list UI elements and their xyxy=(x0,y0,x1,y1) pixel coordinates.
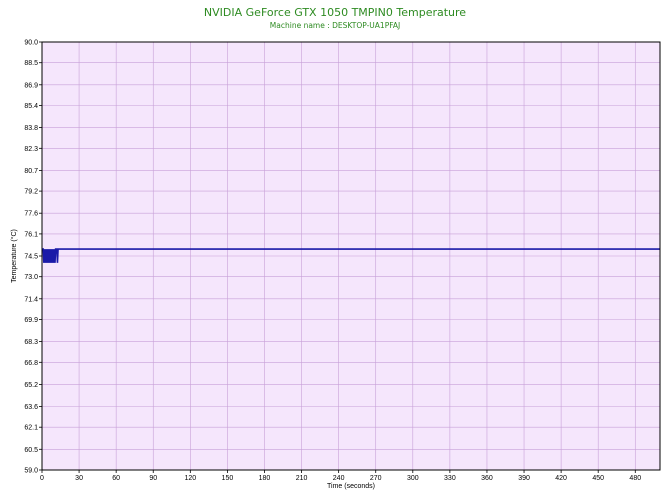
chart-subtitle: Machine name : DESKTOP-UA1PFAJ xyxy=(270,21,400,30)
x-tick-label: 390 xyxy=(518,475,530,482)
y-tick-label: 68.3 xyxy=(24,339,38,346)
y-axis-label: Temperature (°C) xyxy=(10,229,18,283)
y-tick-label: 83.8 xyxy=(24,125,38,132)
x-tick-label: 300 xyxy=(407,475,419,482)
y-tick-label: 79.2 xyxy=(24,189,38,196)
y-tick-label: 73.0 xyxy=(24,274,38,281)
x-tick-label: 0 xyxy=(40,475,44,482)
y-tick-label: 74.5 xyxy=(24,254,38,261)
y-tick-label: 80.7 xyxy=(24,168,38,175)
x-axis-label: Time (seconds) xyxy=(327,483,375,490)
x-tick-label: 450 xyxy=(592,475,604,482)
y-tick-label: 71.4 xyxy=(24,296,38,303)
x-tick-label: 330 xyxy=(444,475,456,482)
y-tick-label: 59.0 xyxy=(24,468,38,475)
y-tick-label: 90.0 xyxy=(24,40,38,47)
x-tick-label: 60 xyxy=(112,475,120,482)
x-tick-label: 270 xyxy=(370,475,382,482)
y-tick-label: 88.5 xyxy=(24,60,38,67)
y-tick-label: 65.2 xyxy=(24,382,38,389)
x-tick-label: 210 xyxy=(296,475,308,482)
y-tick-label: 60.5 xyxy=(24,447,38,454)
chart-title: NVIDIA GeForce GTX 1050 TMPIN0 Temperatu… xyxy=(204,6,466,19)
y-tick-label: 77.6 xyxy=(24,211,38,218)
x-tick-label: 420 xyxy=(555,475,567,482)
y-tick-label: 76.1 xyxy=(24,231,38,238)
y-tick-label: 69.9 xyxy=(24,317,38,324)
y-tick-labels: 90.0 88.5 86.9 85.4 83.8 82.3 80.7 79.2 77.6 76.1… xyxy=(24,40,42,475)
y-tick-label: 66.8 xyxy=(24,360,38,367)
x-tick-label: 240 xyxy=(333,475,345,482)
y-tick-label: 86.9 xyxy=(24,82,38,89)
temperature-chart: NVIDIA GeForce GTX 1050 TMPIN0 Temperatu… xyxy=(10,6,661,490)
x-tick-label: 360 xyxy=(481,475,493,482)
x-tick-label: 90 xyxy=(149,475,157,482)
x-tick-label: 30 xyxy=(75,475,83,482)
x-tick-label: 150 xyxy=(222,475,234,482)
y-tick-label: 62.1 xyxy=(24,425,38,432)
y-tick-label: 82.3 xyxy=(24,146,38,153)
x-tick-label: 120 xyxy=(184,475,196,482)
x-tick-label: 480 xyxy=(629,475,641,482)
y-tick-label: 85.4 xyxy=(24,103,38,110)
y-tick-label: 63.6 xyxy=(24,404,38,411)
x-tick-label: 180 xyxy=(259,475,271,482)
x-tick-labels: 0 30 60 90 120 150 180 210 240 270 300 330 360 390 420… xyxy=(40,470,641,482)
